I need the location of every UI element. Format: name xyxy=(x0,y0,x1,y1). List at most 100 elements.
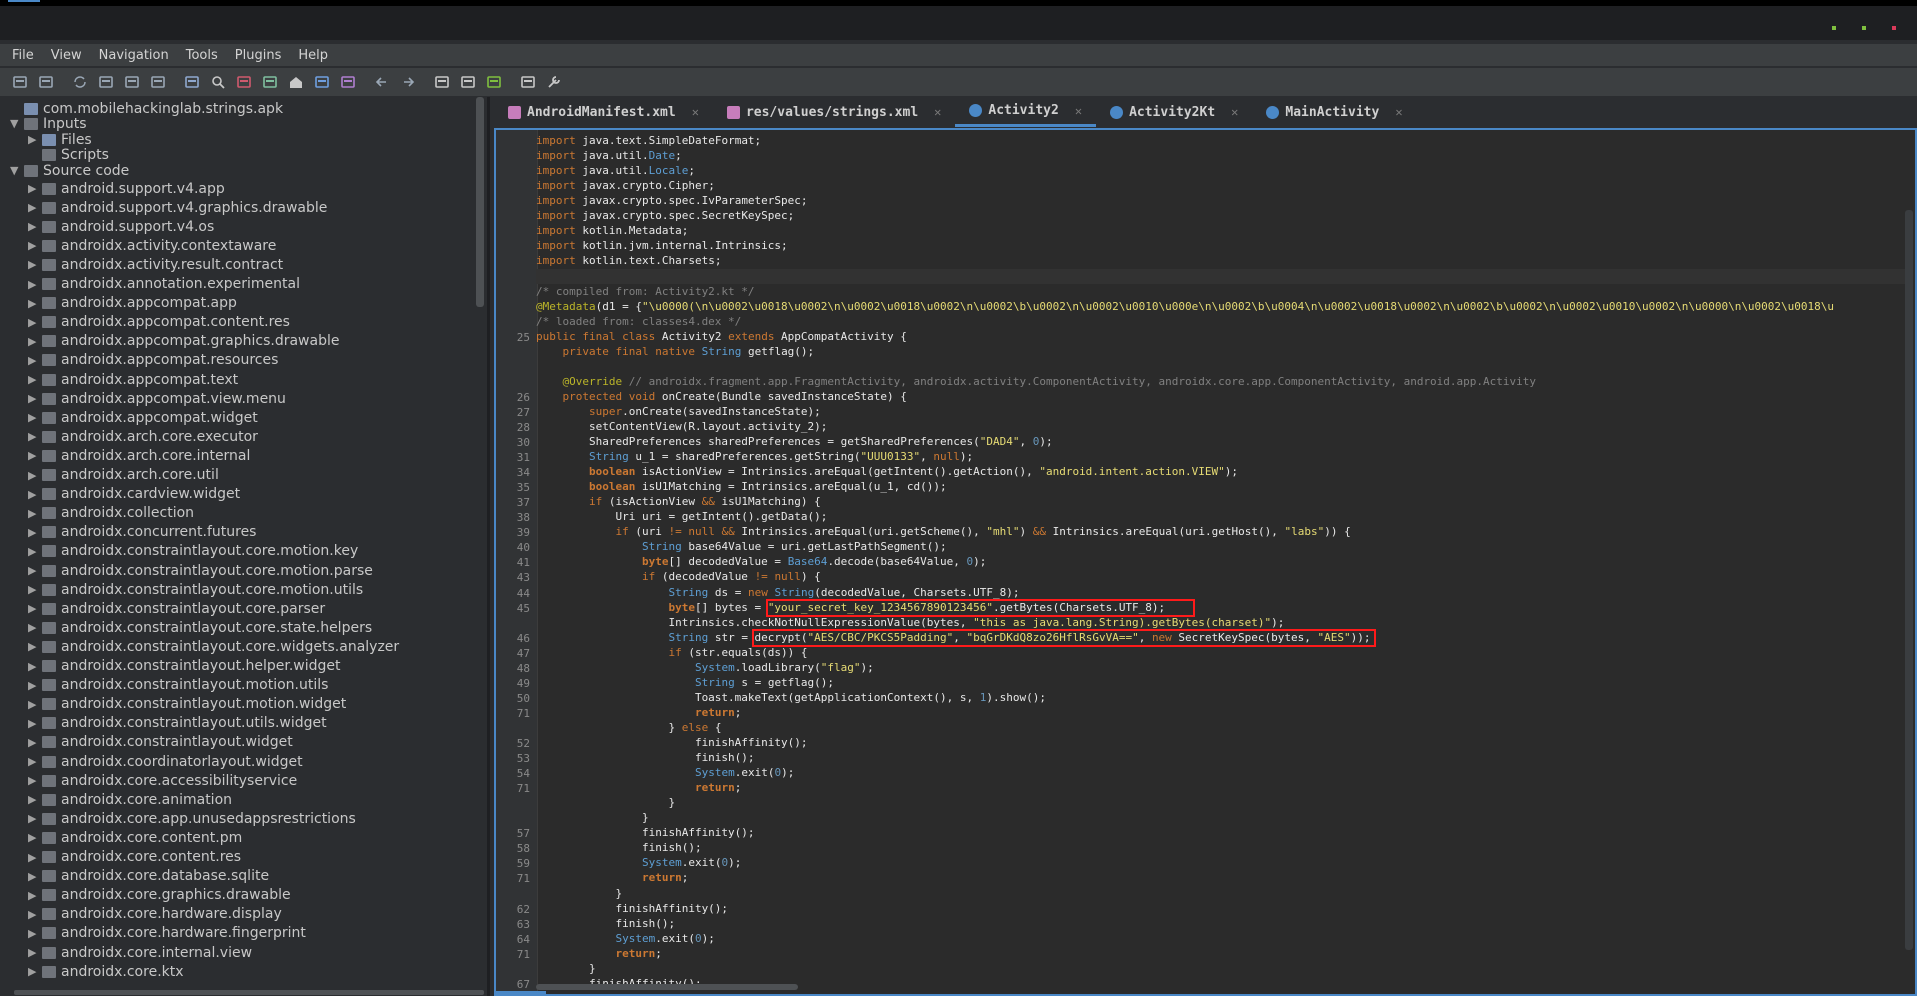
chevron-right-icon[interactable]: ▶ xyxy=(28,774,42,787)
tree-package-item[interactable]: ▶ androidx.activity.contextaware xyxy=(28,236,276,255)
chevron-right-icon[interactable]: ▶ xyxy=(28,583,42,596)
find-usage-icon[interactable] xyxy=(260,72,280,92)
menu-plugins[interactable]: Plugins xyxy=(235,48,282,63)
log-viewer-icon[interactable] xyxy=(518,72,538,92)
close-tab-icon[interactable]: ✕ xyxy=(1231,105,1238,119)
tree-package-item[interactable]: ▶ androidx.core.graphics.drawable xyxy=(28,886,291,905)
tree-package-item[interactable]: ▶ androidx.constraintlayout.core.motion.k… xyxy=(28,542,358,561)
tree-package-item[interactable]: ▶ androidx.annotation.experimental xyxy=(28,275,300,294)
tree-package-item[interactable]: ▶ androidx.concurrent.futures xyxy=(28,523,256,542)
tree-package-item[interactable]: ▶ androidx.core.accessibilityservice xyxy=(28,771,297,790)
tree-package-item[interactable]: ▶ androidx.constraintlayout.core.state.he… xyxy=(28,618,372,637)
flatten-packages-icon[interactable] xyxy=(148,72,168,92)
close-tab-icon[interactable]: ✕ xyxy=(934,105,941,119)
quark-icon[interactable] xyxy=(458,72,478,92)
close-tab-icon[interactable]: ✕ xyxy=(1395,105,1402,119)
chevron-right-icon[interactable]: ▶ xyxy=(28,507,42,520)
chevron-right-icon[interactable]: ▶ xyxy=(28,717,42,730)
tree-package-item[interactable]: ▶ androidx.arch.core.executor xyxy=(28,427,258,446)
tree-package-item[interactable]: ▶ androidx.coordinatorlayout.widget xyxy=(28,752,303,771)
chevron-right-icon[interactable]: ▶ xyxy=(28,927,42,940)
tree-package-item[interactable]: ▶ androidx.appcompat.widget xyxy=(28,408,258,427)
tree-package-item[interactable]: ▶ androidx.constraintlayout.motion.widget xyxy=(28,695,346,714)
tree-source-code[interactable]: ▼ Source code xyxy=(10,161,129,180)
tree-package-item[interactable]: ▶ androidx.core.app.unusedappsrestriction… xyxy=(28,809,356,828)
search-icon[interactable] xyxy=(208,72,228,92)
tree-package-item[interactable]: ▶ android.support.v4.os xyxy=(28,217,214,236)
chevron-right-icon[interactable]: ▶ xyxy=(28,698,42,711)
chevron-right-icon[interactable]: ▶ xyxy=(28,660,42,673)
menu-tools[interactable]: Tools xyxy=(186,48,218,63)
tab-activity2[interactable]: Activity2 ✕ xyxy=(955,97,1097,127)
close-tab-icon[interactable]: ✕ xyxy=(1075,104,1082,118)
find-class-icon[interactable] xyxy=(234,72,254,92)
tree-package-item[interactable]: ▶ androidx.appcompat.text xyxy=(28,370,238,389)
tree-package-item[interactable]: ▶ android.support.v4.graphics.drawable xyxy=(28,198,327,217)
tab-activity2kt[interactable]: Activity2Kt ✕ xyxy=(1096,97,1252,127)
chevron-right-icon[interactable]: ▶ xyxy=(28,564,42,577)
tree-package-item[interactable]: ▶ androidx.core.ktx xyxy=(28,962,184,981)
open-file-icon[interactable] xyxy=(10,72,30,92)
chevron-right-icon[interactable]: ▶ xyxy=(28,679,42,692)
tree-package-item[interactable]: ▶ androidx.appcompat.content.res xyxy=(28,313,290,332)
chevron-right-icon[interactable]: ▶ xyxy=(28,220,42,233)
chevron-right-icon[interactable]: ▶ xyxy=(28,793,42,806)
panel-splitter[interactable] xyxy=(487,97,489,996)
chevron-right-icon[interactable]: ▶ xyxy=(28,182,42,195)
home-icon[interactable] xyxy=(286,72,306,92)
close-button[interactable] xyxy=(1892,26,1896,30)
chevron-right-icon[interactable]: ▶ xyxy=(28,258,42,271)
add-files-icon[interactable] xyxy=(36,72,56,92)
sync-icon[interactable] xyxy=(70,72,90,92)
tree-package-item[interactable]: ▶ androidx.appcompat.graphics.drawable xyxy=(28,332,339,351)
tab-mainactivity[interactable]: MainActivity ✕ xyxy=(1252,97,1416,127)
tree-package-item[interactable]: ▶ androidx.appcompat.view.menu xyxy=(28,389,286,408)
chevron-right-icon[interactable]: ▶ xyxy=(28,430,42,443)
chevron-right-icon[interactable]: ▶ xyxy=(28,354,42,367)
preferences-icon[interactable] xyxy=(544,72,564,92)
splitter-grip-icon[interactable]: ⋮ xyxy=(485,557,489,573)
chevron-right-icon[interactable]: ▶ xyxy=(28,831,42,844)
chevron-right-icon[interactable]: ▶ xyxy=(28,449,42,462)
chevron-right-icon[interactable]: ▶ xyxy=(28,851,42,864)
chevron-right-icon[interactable]: ▶ xyxy=(28,965,42,978)
tree-horizontal-scrollbar[interactable] xyxy=(14,990,484,995)
tree-package-item[interactable]: ▶ androidx.constraintlayout.core.motion.p… xyxy=(28,561,373,580)
chevron-right-icon[interactable]: ▶ xyxy=(28,946,42,959)
minimize-button[interactable] xyxy=(1832,26,1836,30)
tree-package-item[interactable]: ▶ androidx.constraintlayout.core.motion.u… xyxy=(28,580,363,599)
tree-package-item[interactable]: ▶ androidx.constraintlayout.motion.utils xyxy=(28,676,328,695)
chevron-down-icon[interactable]: ▼ xyxy=(10,117,24,130)
chevron-right-icon[interactable]: ▶ xyxy=(28,316,42,329)
tree-package-item[interactable]: ▶ androidx.arch.core.util xyxy=(28,466,219,485)
tree-package-item[interactable]: ▶ androidx.appcompat.resources xyxy=(28,351,278,370)
tree-package-item[interactable]: ▶ androidx.core.database.sqlite xyxy=(28,867,269,886)
tree-package-item[interactable]: ▶ androidx.core.animation xyxy=(28,790,232,809)
chevron-right-icon[interactable]: ▶ xyxy=(28,812,42,825)
tree-package-item[interactable]: ▶ android.support.v4.app xyxy=(28,179,225,198)
tab-androidmanifest-xml[interactable]: AndroidManifest.xml ✕ xyxy=(494,97,713,127)
maximize-button[interactable] xyxy=(1862,26,1866,30)
chevron-right-icon[interactable]: ▶ xyxy=(28,621,42,634)
chevron-right-icon[interactable]: ▶ xyxy=(28,908,42,921)
chevron-right-icon[interactable]: ▶ xyxy=(28,335,42,348)
chevron-right-icon[interactable]: ▶ xyxy=(28,870,42,883)
tree-package-item[interactable]: ▶ androidx.collection xyxy=(28,504,194,523)
log-icon[interactable] xyxy=(312,72,332,92)
chevron-right-icon[interactable]: ▶ xyxy=(28,469,42,482)
tree-package-item[interactable]: ▶ androidx.core.content.res xyxy=(28,848,241,867)
chevron-right-icon[interactable]: ▶ xyxy=(28,239,42,252)
tree-vertical-scrollbar[interactable] xyxy=(476,97,484,307)
menu-view[interactable]: View xyxy=(51,48,82,63)
chevron-right-icon[interactable]: ▶ xyxy=(28,373,42,386)
tree-package-item[interactable]: ▶ androidx.core.hardware.display xyxy=(28,905,282,924)
editor-vertical-scrollbar[interactable] xyxy=(1905,210,1913,950)
chevron-down-icon[interactable]: ▼ xyxy=(10,164,24,177)
chevron-right-icon[interactable]: ▶ xyxy=(28,889,42,902)
tree-package-item[interactable]: ▶ androidx.constraintlayout.helper.widget xyxy=(28,657,341,676)
tree-package-item[interactable]: ▶ androidx.constraintlayout.core.widgets.… xyxy=(28,637,399,656)
debug-icon[interactable] xyxy=(484,72,504,92)
chevron-right-icon[interactable]: ▶ xyxy=(28,278,42,291)
chevron-right-icon[interactable]: ▶ xyxy=(28,736,42,749)
tree-package-item[interactable]: ▶ androidx.core.content.pm xyxy=(28,828,242,847)
